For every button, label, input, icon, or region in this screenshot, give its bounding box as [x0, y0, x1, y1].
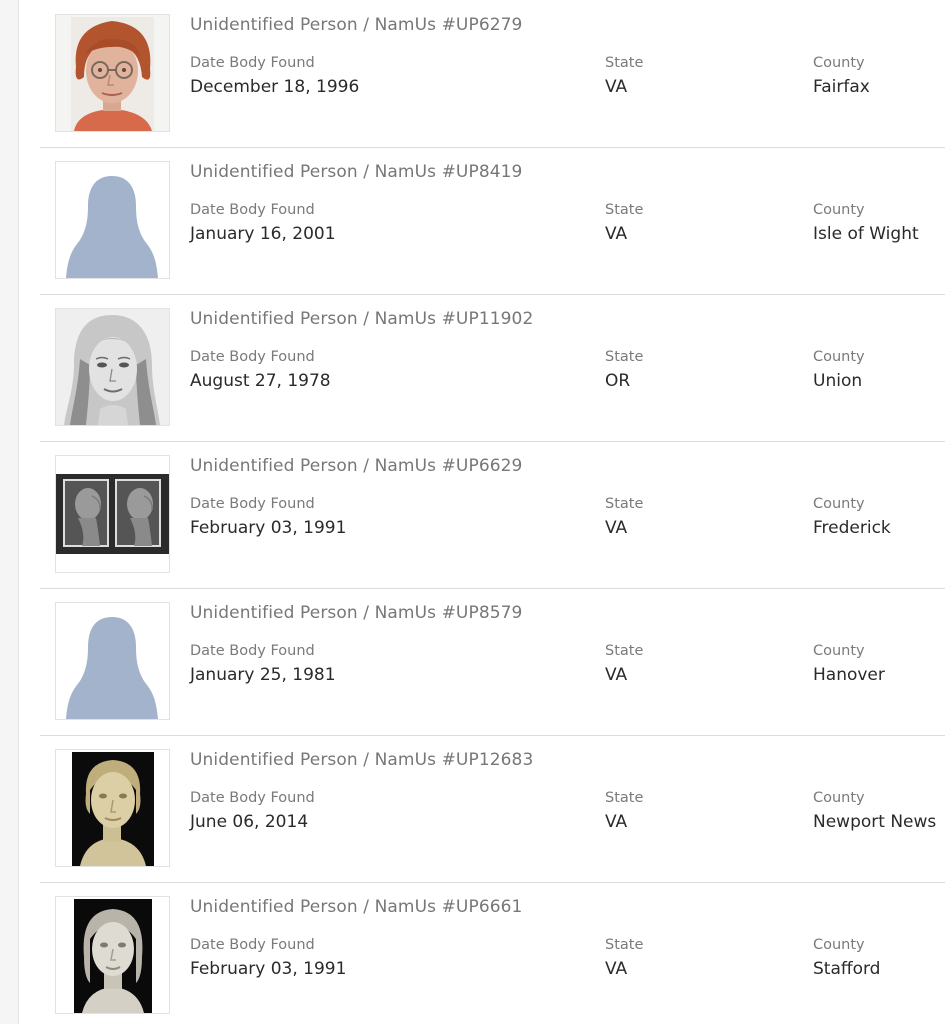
- county-value: Newport News: [813, 812, 937, 832]
- county-label: County: [813, 496, 865, 512]
- state-label: State: [605, 202, 644, 218]
- case-row[interactable]: Unidentified Person / NamUs #UP6629 Date…: [40, 441, 945, 589]
- county-label: County: [813, 937, 865, 953]
- state-label: State: [605, 790, 644, 806]
- case-row[interactable]: Unidentified Person / NamUs #UP11902 Dat…: [40, 294, 945, 442]
- woman-sketch-image: [56, 309, 169, 425]
- case-title[interactable]: Unidentified Person / NamUs #UP8579: [190, 603, 522, 623]
- state-value: VA: [605, 224, 628, 244]
- date-body-found-value: January 16, 2001: [190, 224, 336, 244]
- county-label: County: [813, 202, 865, 218]
- state-label: State: [605, 937, 644, 953]
- date-body-found-label: Date Body Found: [190, 790, 315, 806]
- silhouette-placeholder-icon: [56, 603, 169, 719]
- date-body-found-value: January 25, 1981: [190, 665, 336, 685]
- date-body-found-label: Date Body Found: [190, 937, 315, 953]
- county-label: County: [813, 55, 865, 71]
- case-row[interactable]: Unidentified Person / NamUs #UP8419 Date…: [40, 147, 945, 295]
- date-body-found-label: Date Body Found: [190, 202, 315, 218]
- date-body-found-label: Date Body Found: [190, 349, 315, 365]
- county-value: Frederick: [813, 518, 891, 538]
- results-page: Unidentified Person / NamUs #UP6279 Date…: [0, 0, 945, 1024]
- case-title[interactable]: Unidentified Person / NamUs #UP6279: [190, 15, 522, 35]
- case-title[interactable]: Unidentified Person / NamUs #UP8419: [190, 162, 522, 182]
- case-title[interactable]: Unidentified Person / NamUs #UP6661: [190, 897, 522, 917]
- state-label: State: [605, 496, 644, 512]
- date-body-found-value: August 27, 1978: [190, 371, 331, 391]
- case-row[interactable]: Unidentified Person / NamUs #UP6661 Date…: [40, 882, 945, 1024]
- case-row[interactable]: Unidentified Person / NamUs #UP8579 Date…: [40, 588, 945, 736]
- state-value: VA: [605, 77, 628, 97]
- county-label: County: [813, 790, 865, 806]
- county-value: Union: [813, 371, 863, 391]
- date-body-found-value: December 18, 1996: [190, 77, 360, 97]
- date-body-found-label: Date Body Found: [190, 643, 315, 659]
- date-body-found-label: Date Body Found: [190, 55, 315, 71]
- state-value: VA: [605, 665, 628, 685]
- case-photo[interactable]: [55, 161, 170, 279]
- case-row[interactable]: Unidentified Person / NamUs #UP6279 Date…: [40, 0, 945, 148]
- state-value: VA: [605, 812, 628, 832]
- case-title[interactable]: Unidentified Person / NamUs #UP6629: [190, 456, 522, 476]
- date-body-found-value: February 03, 1991: [190, 518, 347, 538]
- county-value: Stafford: [813, 959, 881, 979]
- case-photo[interactable]: [55, 14, 170, 132]
- woman-glasses-photo: [56, 15, 169, 131]
- case-title[interactable]: Unidentified Person / NamUs #UP11902: [190, 309, 533, 329]
- county-label: County: [813, 349, 865, 365]
- clay-reconstruction-photo: [56, 897, 169, 1013]
- case-photo[interactable]: [55, 749, 170, 867]
- case-photo[interactable]: [55, 308, 170, 426]
- date-body-found-value: June 06, 2014: [190, 812, 309, 832]
- case-photo[interactable]: [55, 896, 170, 1014]
- state-label: State: [605, 55, 644, 71]
- state-value: VA: [605, 959, 628, 979]
- results-list: Unidentified Person / NamUs #UP6279 Date…: [40, 0, 945, 1024]
- date-body-found-value: February 03, 1991: [190, 959, 347, 979]
- state-value: OR: [605, 371, 631, 391]
- county-value: Hanover: [813, 665, 885, 685]
- case-photo[interactable]: [55, 602, 170, 720]
- silhouette-placeholder-icon: [56, 162, 169, 278]
- case-photo[interactable]: [55, 455, 170, 573]
- date-body-found-label: Date Body Found: [190, 496, 315, 512]
- county-value: Isle of Wight: [813, 224, 919, 244]
- clay-reconstruction-photo: [56, 750, 169, 866]
- state-label: State: [605, 643, 644, 659]
- state-value: VA: [605, 518, 628, 538]
- skull-reconstruction-pair-photo: [56, 456, 169, 572]
- state-label: State: [605, 349, 644, 365]
- county-value: Fairfax: [813, 77, 870, 97]
- case-row[interactable]: Unidentified Person / NamUs #UP12683 Dat…: [40, 735, 945, 883]
- case-title[interactable]: Unidentified Person / NamUs #UP12683: [190, 750, 533, 770]
- left-gutter: [0, 0, 19, 1024]
- county-label: County: [813, 643, 865, 659]
